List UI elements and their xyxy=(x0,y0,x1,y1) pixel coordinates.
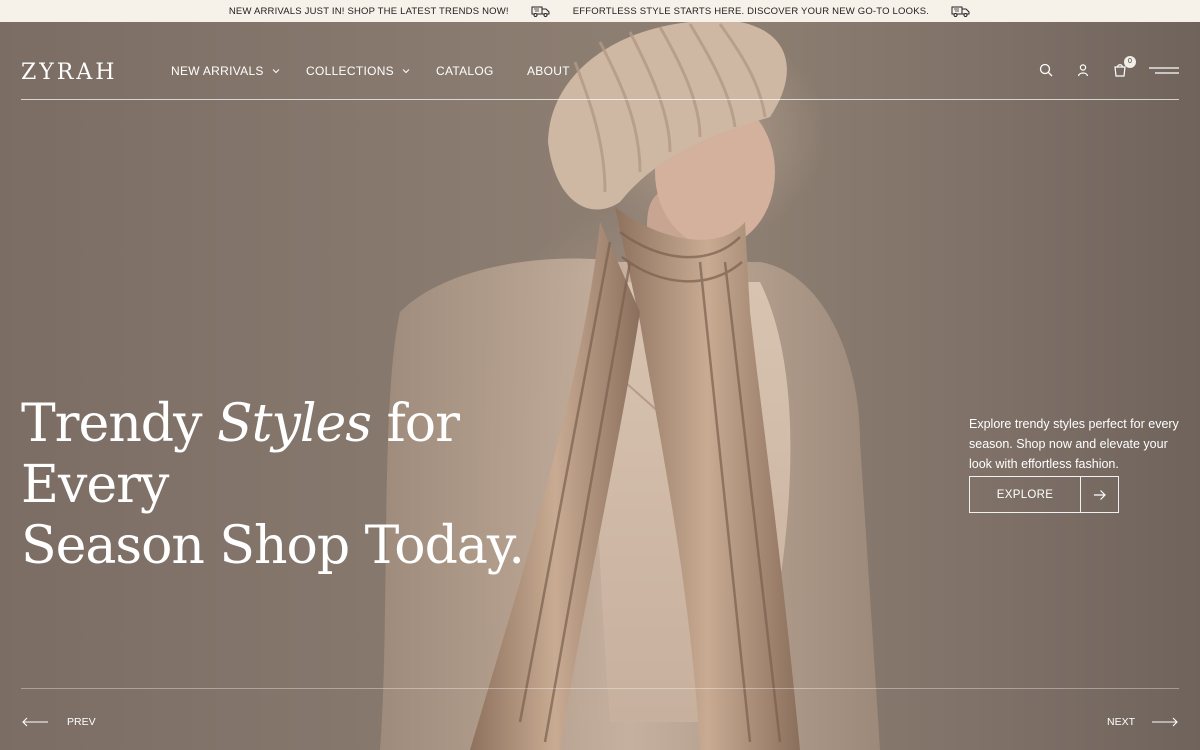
arrow-right-icon xyxy=(1152,717,1178,727)
nav-item-label: ABOUT xyxy=(527,64,570,78)
arrow-right-icon xyxy=(1093,489,1106,500)
explore-button[interactable]: EXPLORE xyxy=(969,476,1081,513)
prev-label: PREV xyxy=(67,716,96,728)
hero-banner: ZYRAH NEW ARRIVALS COLLECTIONS CATALOG A… xyxy=(0,22,1200,750)
nav-item-collections[interactable]: COLLECTIONS xyxy=(306,64,436,78)
announcement-bar: NEW ARRIVALS JUST IN! SHOP THE LATEST TR… xyxy=(0,0,1200,22)
hero-headline: Trendy Styles for Every Season Shop Toda… xyxy=(21,394,621,577)
next-slide-button[interactable]: NEXT xyxy=(1107,716,1179,728)
cart-button[interactable]: 0 xyxy=(1112,56,1136,78)
explore-cta: EXPLORE xyxy=(969,476,1119,513)
nav-item-new-arrivals[interactable]: NEW ARRIVALS xyxy=(171,64,306,78)
slider-divider xyxy=(21,688,1179,689)
search-icon[interactable] xyxy=(1038,62,1054,78)
headline-text: Season Shop Today. xyxy=(21,516,525,576)
cart-count-badge: 0 xyxy=(1124,56,1136,68)
hero-description: Explore trendy styles perfect for every … xyxy=(969,417,1179,471)
brand-logo[interactable]: ZYRAH xyxy=(21,60,117,85)
header-icons: 0 xyxy=(1038,56,1179,78)
menu-icon[interactable] xyxy=(1149,64,1179,76)
nav-item-label: CATALOG xyxy=(436,64,494,78)
headline-text: Trendy xyxy=(21,394,217,454)
nav-item-label: COLLECTIONS xyxy=(306,64,394,78)
nav-item-catalog[interactable]: CATALOG xyxy=(436,64,527,78)
chevron-down-icon xyxy=(402,69,410,74)
headline-italic: Styles xyxy=(217,394,372,454)
announcement-message: EFFORTLESS STYLE STARTS HERE. DISCOVER Y… xyxy=(572,5,930,17)
truck-icon xyxy=(951,6,970,17)
next-label: NEXT xyxy=(1106,716,1135,728)
hero-model-image xyxy=(380,22,880,750)
prev-slide-button[interactable]: PREV xyxy=(21,716,96,728)
chevron-down-icon xyxy=(272,69,280,74)
nav-item-about[interactable]: ABOUT xyxy=(527,64,570,78)
arrow-left-icon xyxy=(22,717,48,727)
site-header: ZYRAH NEW ARRIVALS COLLECTIONS CATALOG A… xyxy=(21,44,1179,100)
explore-arrow-button[interactable] xyxy=(1081,476,1119,513)
main-nav: NEW ARRIVALS COLLECTIONS CATALOG ABOUT xyxy=(171,64,570,78)
truck-icon xyxy=(531,6,550,17)
announcement-message: NEW ARRIVALS JUST IN! SHOP THE LATEST TR… xyxy=(228,5,509,17)
nav-item-label: NEW ARRIVALS xyxy=(171,64,264,78)
account-icon[interactable] xyxy=(1075,62,1091,78)
